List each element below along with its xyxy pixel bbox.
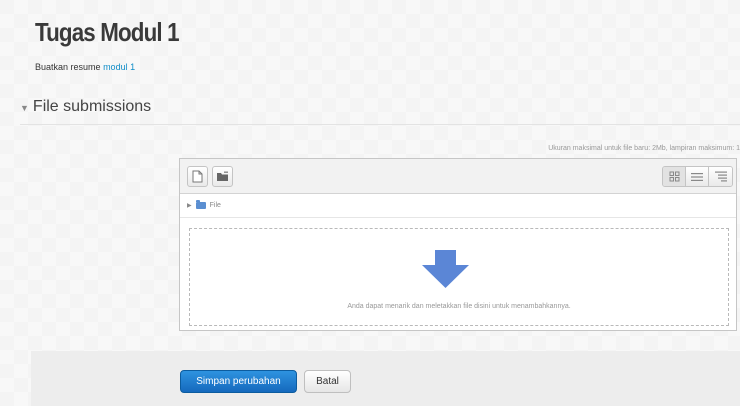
path-label: File (209, 202, 221, 209)
add-file-icon (192, 170, 203, 183)
tree-view-button[interactable] (709, 167, 732, 186)
section-heading: File submissions (32, 98, 152, 115)
list-view-button[interactable] (686, 167, 709, 186)
file-drop-zone[interactable]: Anda dapat menarik dan meletakkan file d… (189, 228, 729, 326)
create-folder-button[interactable] (212, 166, 233, 187)
drop-instructions: Anda dapat menarik dan meletakkan file d… (347, 303, 571, 310)
section-divider (20, 124, 740, 125)
icons-view-icon (669, 171, 679, 182)
folder-icon (195, 200, 206, 209)
file-submissions-toggle[interactable]: ▼ File submissions (20, 98, 151, 116)
expand-caret-icon: ▶ (187, 203, 192, 209)
upload-limit-note: Ukuran maksimal untuk file baru: 2Mb, la… (548, 145, 740, 152)
file-manager-toolbar (180, 159, 736, 194)
folder-path-bar[interactable]: ▶ File (180, 194, 736, 218)
file-manager: ▶ File Anda dapat menarik dan meletakkan… (179, 158, 737, 331)
tree-view-icon (714, 171, 727, 182)
list-view-icon (691, 172, 703, 181)
cancel-button[interactable]: Batal (304, 370, 351, 393)
module-link[interactable]: modul 1 (103, 62, 135, 72)
collapse-triangle-icon: ▼ (20, 103, 29, 113)
add-file-button[interactable] (187, 166, 208, 187)
description-text: Buatkan resume (35, 62, 101, 72)
form-footer (31, 351, 740, 406)
drop-arrow-icon (422, 250, 469, 288)
page-title: Tugas Modul 1 (35, 17, 180, 47)
assignment-description: Buatkan resume modul 1 (35, 62, 135, 72)
assignment-page: Tugas Modul 1 Buatkan resume modul 1 ▼ F… (8, 5, 740, 406)
save-changes-button[interactable]: Simpan perubahan (180, 370, 297, 393)
view-switcher (662, 166, 733, 187)
create-folder-icon (217, 171, 228, 181)
icons-view-button[interactable] (663, 167, 686, 186)
